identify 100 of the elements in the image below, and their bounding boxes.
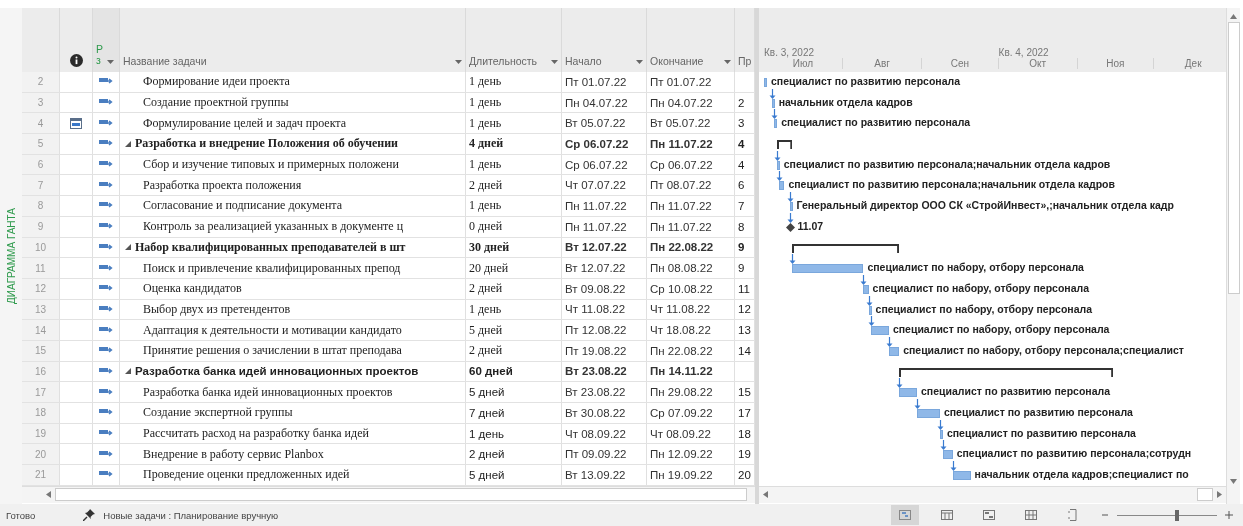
column-header[interactable]: Окончание [650,55,704,67]
task-bar[interactable] [789,202,793,212]
row-number[interactable]: 10 [34,241,47,253]
row-number[interactable]: 12 [34,283,47,295]
task-bar[interactable] [863,284,869,294]
task-name[interactable]: Согласование и подписание документа [123,198,343,214]
duration-cell: 1 день [469,115,502,131]
task-mode-icon [99,387,113,397]
new-tasks-mode[interactable]: Новые задачи : Планирование вручную [103,509,279,521]
dropdown-icon[interactable] [455,60,462,64]
task-name[interactable]: Принятие решения о зачислении в штат преподава [123,343,402,359]
task-bar[interactable] [868,305,872,315]
collapse-icon[interactable] [125,368,131,375]
vertical-scrollbar[interactable] [1226,8,1240,504]
start-date-cell: Пт 12.08.22 [565,324,627,337]
finish-date-cell: Пн 22.08.22 [650,344,713,357]
view-label[interactable]: ДИАГРАММА ГАНТА [5,208,17,304]
task-mode-icon [99,242,113,252]
task-name[interactable]: Выбор двух из претендентов [123,301,291,317]
summary-bar[interactable] [899,367,1114,377]
duration-cell: 1 день [469,198,502,214]
predecessor-cell: 13 [738,324,751,337]
task-name[interactable]: Разработка банка идей инновационных проектов [135,365,419,378]
task-name[interactable]: Создание экспертной группы [123,405,293,421]
start-date-cell: Пт 19.08.22 [565,344,627,357]
summary-bar[interactable] [792,243,900,253]
column-header[interactable]: Пр [738,55,752,67]
scroll-down-icon[interactable] [1230,479,1237,484]
column-header[interactable]: Название задачи [123,55,207,67]
task-name[interactable]: Контроль за реализацией указанных в документе ц [123,219,404,235]
finish-date-cell: Пн 19.09.22 [650,468,713,481]
dropdown-icon[interactable] [107,60,114,64]
row-number[interactable]: 3 [37,97,44,109]
task-name[interactable]: Внедрение в работу сервис Planbox [123,446,324,462]
scroll-right-icon[interactable] [1217,491,1222,499]
row-number[interactable]: 15 [34,345,47,357]
task-bar[interactable] [774,119,778,129]
row-number[interactable]: 2 [37,76,44,88]
collapse-icon[interactable] [125,244,131,251]
task-name[interactable]: Разработка проекта положения [123,177,302,193]
row-number[interactable]: 5 [37,138,44,150]
dropdown-icon[interactable] [636,60,643,64]
scroll-up-icon[interactable] [1230,14,1237,19]
milestone-icon[interactable] [785,222,795,232]
resource-label: специалист по развитию персонала [943,406,1133,418]
row-number[interactable]: 11 [35,262,46,274]
row-number[interactable]: 7 [37,179,44,191]
start-date-cell: Пт 01.07.22 [565,75,627,88]
task-bar[interactable] [776,160,780,170]
task-bar[interactable] [771,98,775,108]
link-arrow [885,336,893,347]
row-number[interactable]: 13 [34,303,47,315]
task-name[interactable]: Формирование идеи проекта [123,74,290,90]
column-header[interactable]: Длительность [469,55,538,67]
task-name[interactable]: Разработка банка идей инновационных проектов [123,384,393,400]
task-bar[interactable] [952,471,971,481]
task-bar[interactable] [888,346,900,356]
start-date-cell: Пн 11.07.22 [565,220,627,233]
task-name[interactable]: Оценка кандидатов [123,281,242,297]
column-header[interactable]: Начало [565,55,602,67]
row-number[interactable]: 19 [34,428,47,440]
task-name[interactable]: Формулирование целей и задач проекта [123,115,347,131]
row-number[interactable]: 8 [37,200,44,212]
task-bar[interactable] [871,326,889,336]
row-number[interactable]: 9 [37,221,44,233]
task-bar[interactable] [779,181,785,191]
collapse-icon[interactable] [125,140,131,147]
start-date-cell: Вт 23.08.22 [565,386,626,399]
task-bar[interactable] [792,264,864,274]
task-name[interactable]: Поиск и привлечение квалифицированных препод [123,260,401,276]
row-number[interactable]: 6 [37,159,44,171]
scrollbar-thumb[interactable] [1227,22,1240,294]
grid-icon [1025,510,1037,520]
task-name[interactable]: Проведение оценки предложенных идей [123,467,350,483]
horizontal-scrollbar[interactable] [759,485,1226,503]
task-mode-icon [99,263,113,273]
task-name[interactable]: Набор квалифицированных преподавателей в шт [135,239,406,255]
row-number[interactable]: 20 [34,448,47,460]
task-name[interactable]: Адаптация к деятельности и мотивации кандидато [123,322,402,338]
task-bar[interactable] [942,450,953,460]
dropdown-icon[interactable] [724,60,731,64]
predecessor-cell: 2 [738,96,745,109]
scroll-left-icon[interactable] [763,491,768,499]
predecessor-cell: 8 [738,220,745,233]
scrollbar-thumb[interactable] [55,488,747,502]
task-name[interactable]: Рассчитать расход на разработку банка идей [123,426,369,442]
gantt-view-button[interactable] [891,505,919,525]
dropdown-icon[interactable] [551,60,558,64]
row-number[interactable]: 16 [34,365,47,377]
task-name[interactable]: Создание проектной группы [123,95,289,111]
task-bar[interactable] [899,388,917,398]
task-name[interactable]: Сбор и изучение типовых и примерных положени [123,157,399,173]
scroll-left-icon[interactable] [46,491,51,499]
task-name[interactable]: Разработка и внедрение Положения об обучении [135,136,398,152]
zoom-out-icon[interactable] [1101,511,1109,519]
summary-bar[interactable] [776,140,793,150]
scrollbar-thumb[interactable] [1197,488,1213,502]
task-bar[interactable] [939,429,943,439]
zoom-in-icon[interactable] [1225,511,1233,519]
column-header[interactable]: Р з [96,43,103,67]
